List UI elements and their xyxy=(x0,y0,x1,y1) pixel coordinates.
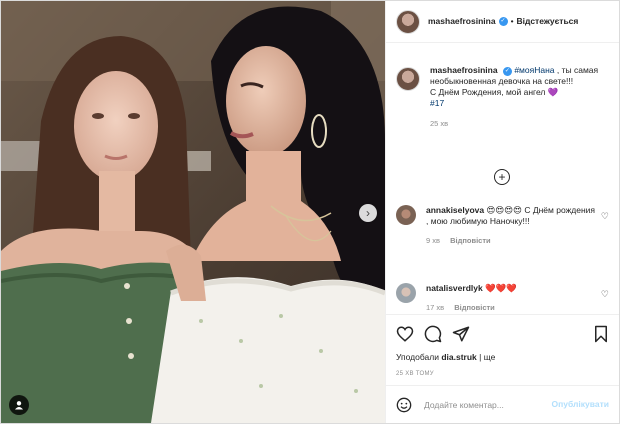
verified-badge-icon: ✓ xyxy=(502,67,512,76)
likes-summary: Уподобали dia.struk | ще xyxy=(396,352,609,363)
bookmark-icon[interactable] xyxy=(593,325,609,343)
comment-item: annakiselyova 😍😍😍😍 С Днём рождения , мою… xyxy=(396,205,609,246)
comment-meta: 17 хв Відповісти xyxy=(426,302,596,313)
commenter-avatar[interactable] xyxy=(396,283,416,303)
caption-hashtag[interactable]: #мояНана xyxy=(514,65,554,75)
heart-icon[interactable] xyxy=(396,325,414,343)
like-comment-heart-icon[interactable]: ♡ xyxy=(601,289,609,300)
caption-username[interactable]: mashaefrosinina xyxy=(430,65,498,75)
comment-meta: 9 хв Відповісти xyxy=(426,235,596,246)
smiley-icon[interactable] xyxy=(396,397,412,413)
load-more-comments-button[interactable]: + xyxy=(494,169,510,185)
author-avatar[interactable] xyxy=(396,9,420,34)
likes-prefix: Уподобали xyxy=(396,352,439,362)
comment-time: 17 хв xyxy=(426,303,445,312)
verified-badge-icon: ✓ xyxy=(498,17,508,26)
comment-emojis: 😍😍😍😍 xyxy=(486,205,522,215)
comment-username[interactable]: annakiselyova xyxy=(426,205,484,215)
user-tag-icon xyxy=(15,401,23,410)
commenter-avatar[interactable] xyxy=(396,205,416,225)
caption-line3[interactable]: #17 xyxy=(430,98,444,108)
comment-item: natalisverdlyk ❤️❤️❤️ 17 хв Відповісти ♡ xyxy=(396,283,609,313)
purple-heart-emoji: 💜 xyxy=(547,87,559,97)
paper-plane-icon[interactable] xyxy=(452,325,470,343)
separator-dot: • xyxy=(510,16,514,26)
comment-icon[interactable] xyxy=(424,325,442,343)
caption-time: 25 хв xyxy=(430,119,449,128)
reply-button[interactable]: Відповісти xyxy=(450,236,491,245)
likes-user[interactable]: dia.struk xyxy=(441,352,476,362)
comment-input[interactable] xyxy=(422,398,552,411)
post-side-panel: mashaefrosinina ✓ • Відстежується mashae… xyxy=(385,1,619,423)
comments-area: mashaefrosinina ✓ #мояНана , ты самая не… xyxy=(386,43,619,314)
chevron-right-icon: › xyxy=(366,206,370,220)
post-header: mashaefrosinina ✓ • Відстежується xyxy=(386,1,619,43)
author-username[interactable]: mashaefrosinina xyxy=(428,16,496,27)
publish-button[interactable]: Опублікувати xyxy=(552,399,609,410)
comment-emojis: ❤️❤️❤️ xyxy=(485,283,517,293)
caption-avatar[interactable] xyxy=(396,67,420,91)
photo-illustration xyxy=(1,1,385,423)
tagged-users-button[interactable] xyxy=(9,395,29,415)
action-icons xyxy=(396,323,609,345)
comment-text: natalisverdlyk ❤️❤️❤️ xyxy=(426,283,596,294)
reply-button[interactable]: Відповісти xyxy=(454,303,495,312)
likes-suffix[interactable]: | ще xyxy=(479,352,495,362)
follow-status-button[interactable]: Відстежується xyxy=(517,16,579,27)
caption-text: mashaefrosinina ✓ #мояНана , ты самая не… xyxy=(430,65,600,109)
plus-circle-icon: + xyxy=(498,170,506,184)
comment-time: 9 хв xyxy=(426,236,440,245)
comment-username[interactable]: natalisverdlyk xyxy=(426,283,483,293)
comment-text: annakiselyova 😍😍😍😍 С Днём рождения , мою… xyxy=(426,205,596,227)
post-actions: Уподобали dia.struk | ще 25 ХВ ТОМУ xyxy=(386,314,619,380)
add-comment-bar: Опублікувати xyxy=(386,385,619,423)
instagram-post: › mashaefrosinina ✓ • Відстежується mash… xyxy=(0,0,620,424)
post-timestamp: 25 ХВ ТОМУ xyxy=(396,371,434,377)
post-photo[interactable]: › xyxy=(1,1,385,423)
like-comment-heart-icon[interactable]: ♡ xyxy=(601,211,609,222)
caption-line2: С Днём Рождения, мой ангел xyxy=(430,87,546,97)
next-photo-button[interactable]: › xyxy=(359,204,377,222)
post-caption: mashaefrosinina ✓ #мояНана , ты самая не… xyxy=(396,65,609,129)
